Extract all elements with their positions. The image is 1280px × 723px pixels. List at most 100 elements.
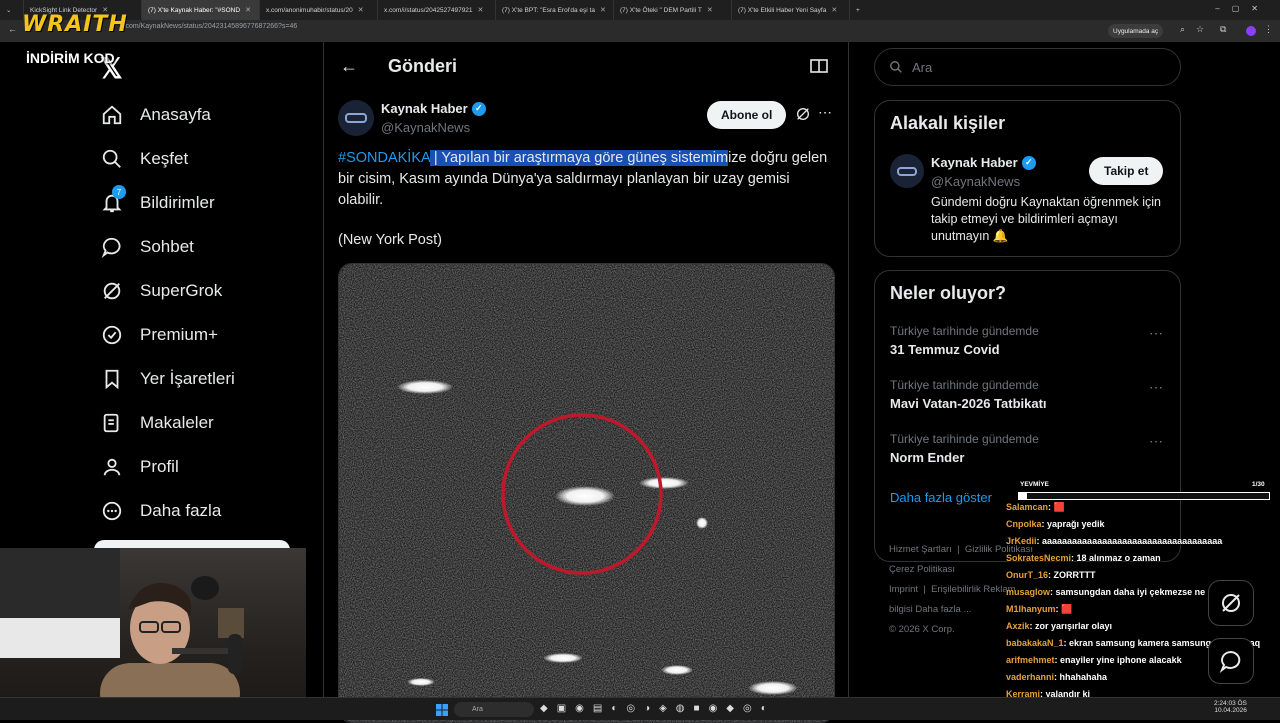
subscribe-button[interactable]: Abone ol	[707, 101, 787, 129]
chat-username[interactable]: musaglow	[1006, 587, 1050, 597]
browser-tab[interactable]: x.com/anonimuhabir/status/20 ✕	[260, 0, 378, 20]
nav-explore[interactable]: Keşfet	[100, 144, 188, 174]
subscribe-label: Abone ol	[721, 108, 773, 122]
chat-text: : aaaaaaaaaaaaaaaaaaaaaaaaaaaaaaaaaaaa	[1036, 536, 1223, 546]
trend-item[interactable]: Türkiye tarihinde gündemde Norm Ender	[890, 432, 1039, 465]
trend-item[interactable]: Türkiye tarihinde gündemde Mavi Vatan-20…	[890, 378, 1047, 411]
grok-post-icon[interactable]	[795, 106, 811, 127]
reader-icon[interactable]	[810, 58, 828, 79]
new-tab-button[interactable]: +	[850, 0, 870, 20]
browser-tab-active[interactable]: (7) X'te Kaynak Haber: "#SOND ✕	[142, 0, 260, 20]
tab-title: (7) X'te Kaynak Haber: "#SOND	[148, 6, 241, 14]
chat-username[interactable]: vaderhanni	[1006, 672, 1054, 682]
browser-tab[interactable]: (7) X'te Öteki " DEM Partili T ✕	[614, 0, 732, 20]
article-icon	[100, 411, 124, 435]
close-icon[interactable]: ✕	[831, 6, 837, 14]
chat-message: Salamcan: 🟥	[1006, 502, 1065, 513]
nav-premium[interactable]: Premium+	[100, 320, 218, 350]
post-image[interactable]	[338, 263, 835, 723]
avatar[interactable]	[338, 100, 374, 136]
open-in-app-button[interactable]: Uygulamada aç	[1108, 24, 1164, 38]
close-icon[interactable]: ✕	[478, 6, 484, 14]
url-field[interactable]: x.com/KaynakNews/status/2042314589677687…	[120, 23, 297, 30]
menu-icon[interactable]: ⋮	[1264, 24, 1273, 35]
close-icon[interactable]: ✕	[600, 6, 606, 14]
close-icon[interactable]: ✕	[707, 6, 713, 14]
trend-item[interactable]: Türkiye tarihinde gündemde 31 Temmuz Cov…	[890, 324, 1039, 357]
trend-name: Norm Ender	[890, 450, 965, 465]
back-icon[interactable]: ←	[8, 24, 17, 34]
footer-link[interactable]: Erişilebilirlik	[931, 584, 981, 595]
chat-username[interactable]: JrKedii	[1006, 536, 1037, 546]
footer-link[interactable]: Imprint	[889, 584, 918, 595]
chat-username[interactable]: OnurT_16	[1006, 570, 1048, 580]
nav-more[interactable]: Daha fazla	[100, 496, 221, 526]
search-box[interactable]: Ara	[874, 48, 1181, 86]
author-handle[interactable]: @KaynakNews	[381, 120, 470, 135]
zoom-icon[interactable]: ⌕	[1180, 24, 1185, 35]
chat-username[interactable]: Salamcan	[1006, 502, 1048, 512]
trend-meta: Türkiye tarihinde gündemde	[890, 432, 1039, 446]
trends-title: Neler oluyor?	[890, 283, 1007, 303]
browser-tab[interactable]: x.com/i/status/2042527497921 ✕	[378, 0, 496, 20]
nav-notifications[interactable]: 7 Bildirimler	[100, 185, 215, 218]
trend-meta: Türkiye tarihinde gündemde	[890, 378, 1039, 392]
verified-badge-icon: ✓	[471, 101, 486, 116]
related-avatar[interactable]	[890, 154, 924, 188]
show-more-link[interactable]: Daha fazla göster	[890, 490, 992, 505]
clock-date: 10.04.2026	[1214, 707, 1247, 714]
nav-profile[interactable]: Profil	[100, 452, 179, 482]
page-title: Gönderi	[388, 56, 458, 76]
grok-float-button[interactable]	[1208, 580, 1254, 626]
star-icon[interactable]: ☆	[1196, 24, 1204, 35]
browser-tab[interactable]: (7) X'te BPT: "Esra Erol'da eşi ta ✕	[496, 0, 614, 20]
chat-message: SokratesNecmi: 18 alınmaz o zaman	[1006, 553, 1161, 563]
chat-username[interactable]: babakakaN_1	[1006, 638, 1064, 648]
taskbar-app-icons[interactable]: ◆▣◉▤◐◎◑◈◍■◉◆◎◐	[540, 703, 776, 714]
more-options-icon[interactable]: ⋯	[818, 104, 832, 121]
nav-chat[interactable]: Sohbet	[100, 232, 194, 262]
chat-username[interactable]: arifmehmet	[1006, 655, 1055, 665]
window-controls[interactable]: –▢✕	[1215, 4, 1270, 13]
taskbar-search[interactable]: Ara	[454, 702, 534, 717]
chat-username[interactable]: Cnpolka	[1006, 519, 1042, 529]
footer-link[interactable]: Hizmet Şartları	[889, 544, 952, 555]
footer-link[interactable]: Çerez Politikası	[889, 564, 955, 575]
chat-username[interactable]: SokratesNecmi	[1006, 553, 1071, 563]
close-icon[interactable]: ✕	[358, 6, 364, 14]
trend-meta: Türkiye tarihinde gündemde	[890, 324, 1039, 338]
browser-tab[interactable]: (7) X'te Etkili Haber Yeni Sayfa ✕	[732, 0, 850, 20]
more-options-icon[interactable]: ⋯	[1149, 379, 1164, 396]
nav-home[interactable]: Anasayfa	[100, 100, 211, 130]
chat-text: : zor yarışırlar olayı	[1029, 621, 1113, 631]
nav-label: Premium+	[140, 325, 218, 344]
footer-link[interactable]: Daha fazla ...	[915, 604, 971, 615]
more-options-icon[interactable]: ⋯	[1149, 325, 1164, 342]
windows-start-icon[interactable]	[436, 703, 448, 716]
nav-articles[interactable]: Makaleler	[100, 408, 214, 438]
chat-icon	[1219, 650, 1241, 673]
chat-username[interactable]: Axzik	[1006, 621, 1030, 631]
nav-label: Makaleler	[140, 413, 214, 432]
copyright: © 2026 X Corp.	[889, 624, 955, 635]
extensions-icon[interactable]: ⧉	[1220, 24, 1226, 35]
profile-avatar[interactable]	[1246, 26, 1256, 36]
back-arrow-icon[interactable]: ←	[340, 56, 358, 77]
more-options-icon[interactable]: ⋯	[1149, 433, 1164, 450]
author-name[interactable]: Kaynak Haber ✓	[381, 101, 486, 116]
follow-button[interactable]: Takip et	[1089, 157, 1164, 185]
close-icon[interactable]: ✕	[245, 6, 251, 14]
tab-menu-button[interactable]: ⌄	[0, 0, 24, 20]
more-icon	[100, 499, 124, 523]
grok-icon	[100, 279, 124, 303]
kaynak-logo-icon	[897, 166, 917, 176]
taskbar-clock[interactable]: 2:24:03 ÖS 10.04.2026	[1214, 700, 1247, 714]
messages-float-button[interactable]	[1208, 638, 1254, 684]
chat-username[interactable]: M1lhanyum	[1006, 604, 1056, 614]
hashtag-link[interactable]: #SONDAKİKA	[338, 150, 430, 166]
related-name[interactable]: Kaynak Haber ✓	[931, 155, 1036, 170]
nav-bookmarks[interactable]: Yer İşaretleri	[100, 364, 235, 394]
nav-supergrok[interactable]: SuperGrok	[100, 276, 222, 306]
streamer-camera-feed	[0, 548, 244, 720]
nav-label: Sohbet	[140, 237, 194, 256]
